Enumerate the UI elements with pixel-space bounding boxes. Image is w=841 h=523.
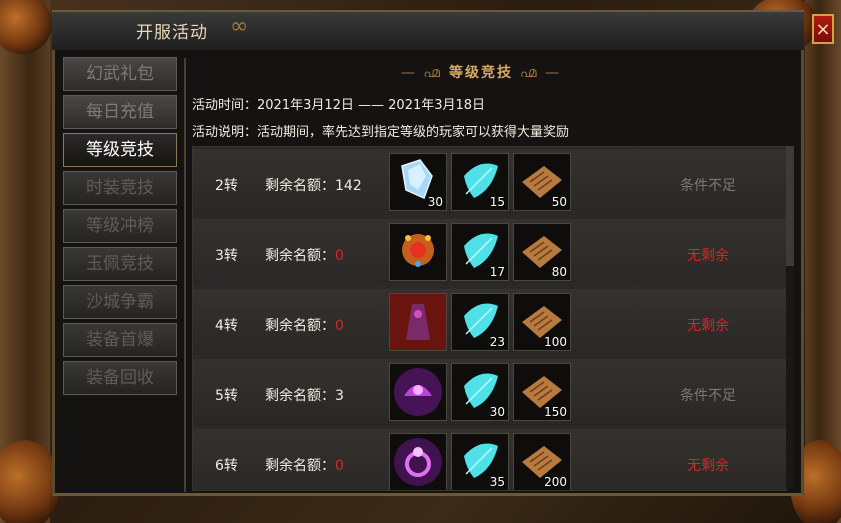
title-swirl-icon: ∞ — [230, 14, 249, 39]
section-title-text: 等级竞技 — [449, 65, 513, 81]
activity-time: 活动时间：2021年3月12日 —— 2021年3月18日 — [192, 98, 486, 113]
list-item: 2转 剩余名额：142 30 15 50 条件不足 — [193, 147, 786, 217]
reward-slot[interactable]: 15 — [451, 153, 509, 211]
reward-slot[interactable]: 100 — [513, 293, 571, 351]
list-item: 4转 剩余名额：0 23 100 无剩余 — [193, 287, 786, 357]
ornament-left-icon: — ൶ — [400, 65, 443, 81]
reward-slot[interactable]: 30 — [451, 363, 509, 421]
reward-slot[interactable]: 80 — [513, 223, 571, 281]
status-text: 无剩余 — [687, 248, 729, 264]
close-button[interactable]: × — [812, 14, 834, 44]
list-item: 6转 剩余名额：0 35 200 无剩余 — [193, 427, 786, 490]
reward-slot[interactable]: 50 — [513, 153, 571, 211]
sidebar-item-level-race[interactable]: 等级竞技 — [63, 133, 177, 167]
sidebar-item-fashion-race[interactable]: 时装竞技 — [63, 171, 177, 205]
quota-text: 剩余名额：0 — [265, 318, 344, 334]
level-label: 2转 — [215, 178, 238, 194]
window-title: 开服活动 — [136, 23, 208, 43]
reward-slot[interactable] — [389, 223, 447, 281]
level-label: 5转 — [215, 388, 238, 404]
dragon-ornament-icon — [0, 440, 60, 523]
activity-description: 活动说明：活动期间，率先达到指定等级的玩家可以获得大量奖励 — [192, 125, 570, 140]
level-label: 4转 — [215, 318, 238, 334]
sidebar-item-daily-recharge[interactable]: 每日充值 — [63, 95, 177, 129]
quota-text: 剩余名额：0 — [265, 458, 344, 474]
vertical-divider — [184, 58, 186, 492]
reward-slot[interactable]: 150 — [513, 363, 571, 421]
quota-text: 剩余名额：0 — [265, 248, 344, 264]
section-title: — ൶ 等级竞技 ൶ — — [392, 62, 570, 82]
list-item: 5转 剩余名额：3 30 150 条件不足 — [193, 357, 786, 427]
purple-helmet-icon — [394, 368, 442, 416]
quota-text: 剩余名额：142 — [265, 178, 362, 194]
gem-amulet-icon — [402, 234, 434, 267]
reward-list: 2转 剩余名额：142 30 15 50 条件不足 3转 剩余名额：0 17 8… — [192, 146, 787, 491]
reward-slot[interactable]: 17 — [451, 223, 509, 281]
scrollbar-thumb[interactable] — [786, 146, 794, 266]
quota-text: 剩余名额：3 — [265, 388, 344, 404]
sidebar-item-level-rank[interactable]: 等级冲榜 — [63, 209, 177, 243]
status-text: 条件不足 — [680, 388, 736, 404]
status-text: 无剩余 — [687, 318, 729, 334]
level-label: 3转 — [215, 248, 238, 264]
status-text: 无剩余 — [687, 458, 729, 474]
purple-ring-icon — [394, 438, 442, 486]
sidebar-item-first-drop[interactable]: 装备首爆 — [63, 323, 177, 357]
sidebar-item-castle-war[interactable]: 沙城争霸 — [63, 285, 177, 319]
reward-slot[interactable]: 23 — [451, 293, 509, 351]
ornament-right-icon: ൶ — — [519, 65, 562, 81]
reward-slot[interactable]: 35 — [451, 433, 509, 490]
reward-slot[interactable] — [389, 433, 447, 490]
reward-slot[interactable]: 30 — [389, 153, 447, 211]
reward-slot[interactable] — [389, 293, 447, 351]
status-text: 条件不足 — [680, 178, 736, 194]
sidebar: 幻武礼包 每日充值 等级竞技 时装竞技 等级冲榜 玉佩竞技 沙城争霸 装备首爆 … — [63, 57, 179, 399]
robe-icon — [390, 294, 446, 350]
sidebar-item-huanwu-gift[interactable]: 幻武礼包 — [63, 57, 177, 91]
list-item: 3转 剩余名额：0 17 80 无剩余 — [193, 217, 786, 287]
reward-slot[interactable] — [389, 363, 447, 421]
level-label: 6转 — [215, 458, 238, 474]
reward-slot[interactable]: 200 — [513, 433, 571, 490]
sidebar-item-jade-race[interactable]: 玉佩竞技 — [63, 247, 177, 281]
sidebar-item-recycle[interactable]: 装备回收 — [63, 361, 177, 395]
game-window: 开服活动 ∞ × 幻武礼包 每日充值 等级竞技 时装竞技 等级冲榜 玉佩竞技 沙… — [0, 0, 841, 523]
